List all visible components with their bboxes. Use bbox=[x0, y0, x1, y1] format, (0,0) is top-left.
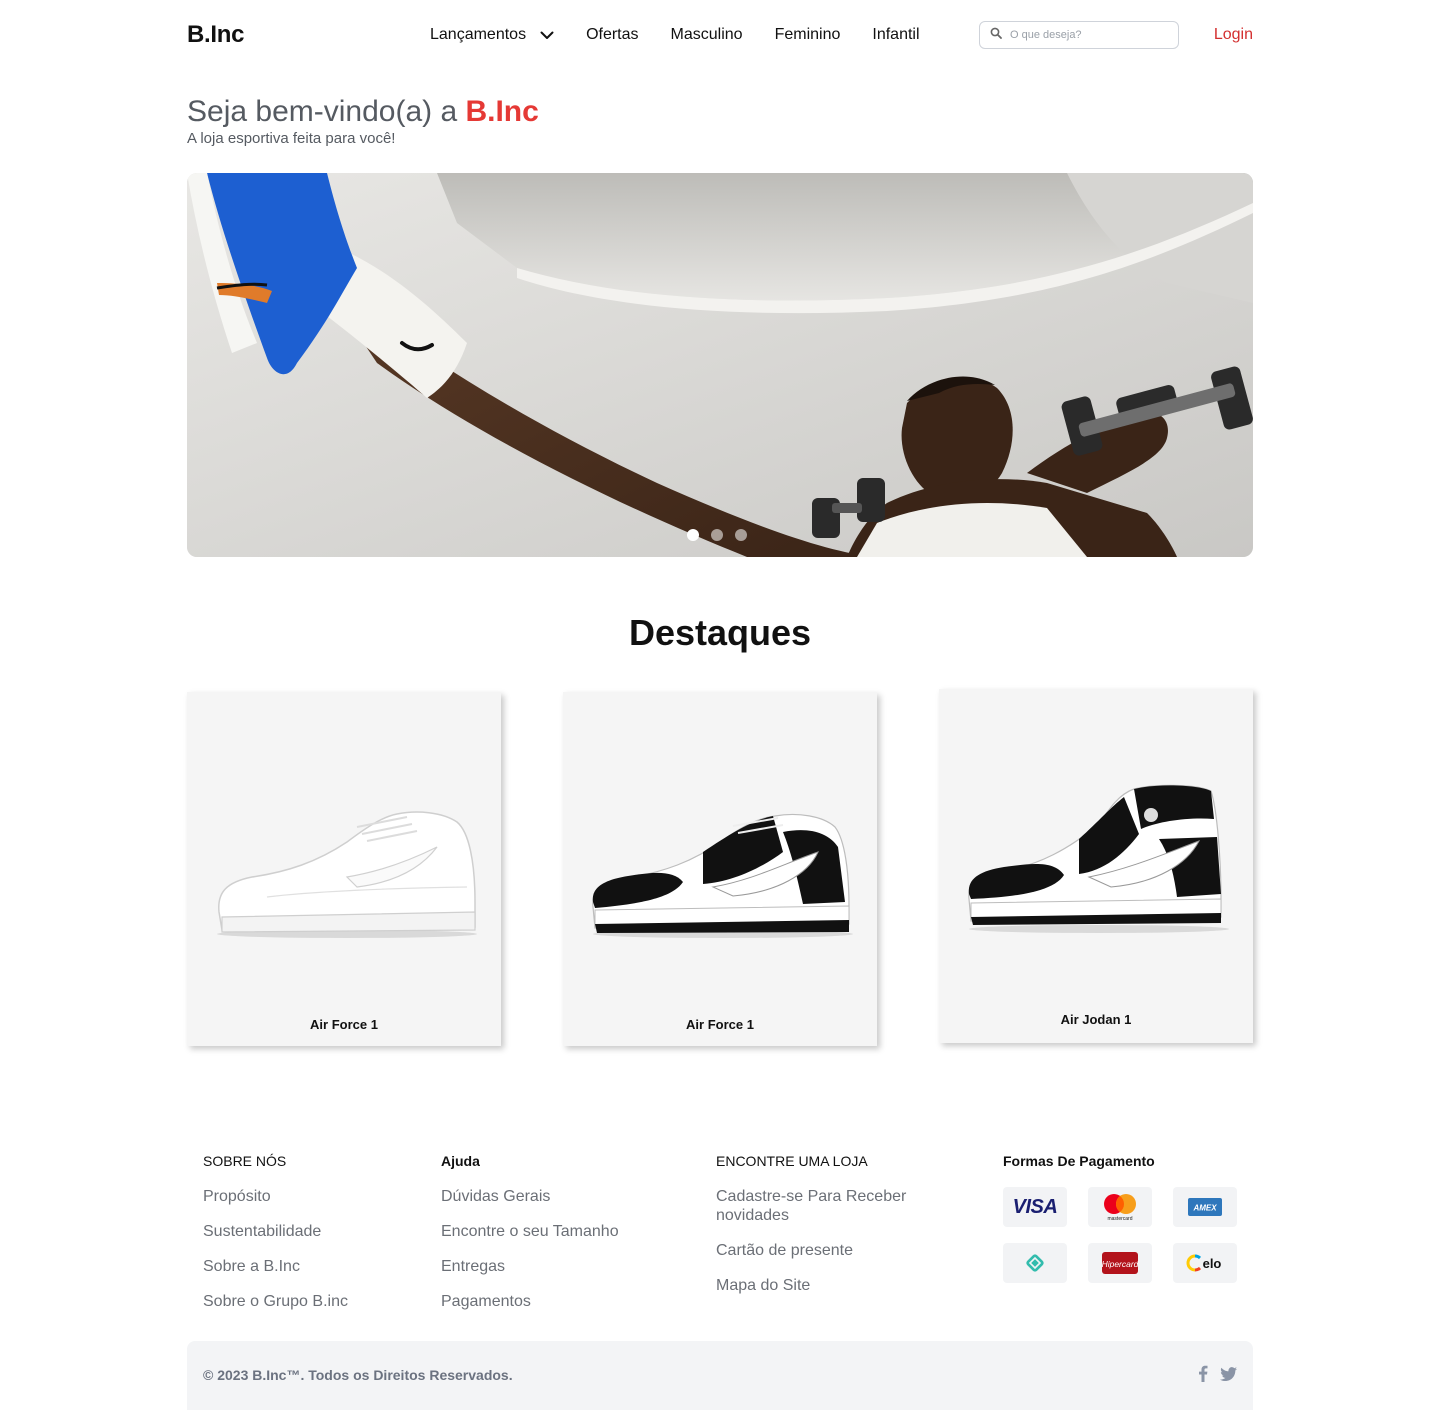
product-name: Air Force 1 bbox=[310, 1017, 378, 1032]
footer-link[interactable]: Propósito bbox=[203, 1187, 348, 1206]
footer-link[interactable]: Sustentabilidade bbox=[203, 1222, 348, 1241]
nav-lancamentos[interactable]: Lançamentos bbox=[430, 26, 554, 44]
mastercard-label: mastercard bbox=[1107, 1216, 1132, 1222]
carousel-dot-3[interactable] bbox=[735, 529, 747, 541]
hero-image bbox=[187, 173, 1253, 557]
footer-col-pagamento: Formas De Pagamento VISA mastercard AMEX bbox=[1003, 1153, 1237, 1283]
product-image bbox=[592, 813, 853, 938]
footer-link[interactable]: Sobre a B.Inc bbox=[203, 1257, 348, 1276]
facebook-icon[interactable] bbox=[1198, 1365, 1208, 1387]
product-card[interactable]: Air Force 1 bbox=[187, 692, 501, 1046]
footer-heading: Formas De Pagamento bbox=[1003, 1153, 1155, 1169]
pix-icon bbox=[1003, 1243, 1067, 1283]
product-image bbox=[217, 811, 477, 938]
twitter-icon[interactable] bbox=[1220, 1366, 1237, 1386]
welcome-prefix: Seja bem-vindo(a) a bbox=[187, 95, 466, 128]
welcome-brand: B.Inc bbox=[465, 95, 539, 128]
site-header: B.Inc Lançamentos Ofertas Masculino Femi… bbox=[187, 14, 1253, 56]
mastercard-icon: mastercard bbox=[1088, 1187, 1152, 1227]
footer-link[interactable]: Cadastre-se Para Receber novidades bbox=[716, 1187, 946, 1225]
footer-link[interactable]: Mapa do Site bbox=[716, 1276, 946, 1295]
visa-label: VISA bbox=[1012, 1195, 1058, 1218]
amex-icon: AMEX bbox=[1173, 1187, 1237, 1227]
footer-heading: SOBRE NÓS bbox=[203, 1153, 287, 1169]
footer-link[interactable]: Encontre o seu Tamanho bbox=[441, 1222, 619, 1241]
chevron-down-icon bbox=[540, 28, 554, 42]
footer-bottom-bar: © 2023 B.Inc™. Todos os Direitos Reserva… bbox=[187, 1341, 1253, 1410]
carousel-dot-2[interactable] bbox=[711, 529, 723, 541]
footer-link[interactable]: Dúvidas Gerais bbox=[441, 1187, 619, 1206]
highlights-title: Destaques bbox=[628, 612, 812, 653]
product-name: Air Force 1 bbox=[686, 1017, 754, 1032]
footer-link[interactable]: Pagamentos bbox=[441, 1292, 619, 1311]
footer-col-ajuda: Ajuda Dúvidas Gerais Encontre o seu Tama… bbox=[441, 1153, 619, 1327]
footer-col-loja: ENCONTRE UMA LOJA Cadastre-se Para Receb… bbox=[716, 1153, 946, 1311]
footer-heading: ENCONTRE UMA LOJA bbox=[716, 1153, 868, 1169]
search-icon bbox=[990, 26, 1002, 44]
amex-label: AMEX bbox=[1192, 1204, 1217, 1213]
social-links bbox=[1198, 1365, 1237, 1387]
welcome-block: Seja bem-vindo(a) a B.Inc A loja esporti… bbox=[187, 94, 539, 148]
nav-ofertas[interactable]: Ofertas bbox=[586, 26, 638, 44]
product-image bbox=[968, 784, 1229, 933]
logo[interactable]: B.Inc bbox=[187, 21, 244, 49]
hipercard-label: Hipercard bbox=[1102, 1259, 1139, 1269]
elo-icon: elo bbox=[1173, 1243, 1237, 1283]
login-link[interactable]: Login bbox=[1214, 14, 1253, 56]
search-input[interactable] bbox=[1010, 29, 1160, 41]
nav-infantil[interactable]: Infantil bbox=[872, 26, 919, 44]
footer-link[interactable]: Cartão de presente bbox=[716, 1241, 946, 1260]
main-nav: Lançamentos Ofertas Masculino Feminino I… bbox=[430, 14, 920, 56]
visa-icon: VISA bbox=[1003, 1187, 1067, 1227]
copyright: © 2023 B.Inc™. Todos os Direitos Reserva… bbox=[203, 1367, 513, 1383]
nav-label: Lançamentos bbox=[430, 26, 527, 43]
footer-col-sobre: SOBRE NÓS Propósito Sustentabilidade Sob… bbox=[203, 1153, 348, 1327]
welcome-title: Seja bem-vindo(a) a B.Inc bbox=[187, 94, 539, 130]
payment-methods: VISA mastercard AMEX Hipercard elo bbox=[1003, 1187, 1237, 1283]
hero-carousel[interactable] bbox=[187, 173, 1253, 557]
search-box[interactable] bbox=[979, 21, 1179, 49]
nav-masculino[interactable]: Masculino bbox=[671, 26, 743, 44]
elo-label: elo bbox=[1203, 1256, 1222, 1271]
product-card[interactable]: Air Jodan 1 bbox=[939, 689, 1253, 1043]
footer-link[interactable]: Sobre o Grupo B.inc bbox=[203, 1292, 348, 1311]
hipercard-icon: Hipercard bbox=[1088, 1243, 1152, 1283]
welcome-subtitle: A loja esportiva feita para você! bbox=[187, 130, 396, 147]
product-name: Air Jodan 1 bbox=[1060, 1012, 1132, 1027]
carousel-dots bbox=[687, 529, 747, 541]
footer-heading: Ajuda bbox=[441, 1153, 480, 1169]
carousel-dot-1[interactable] bbox=[687, 529, 699, 541]
footer-link[interactable]: Entregas bbox=[441, 1257, 619, 1276]
nav-feminino[interactable]: Feminino bbox=[775, 26, 841, 44]
product-card[interactable]: Air Force 1 bbox=[563, 692, 877, 1046]
